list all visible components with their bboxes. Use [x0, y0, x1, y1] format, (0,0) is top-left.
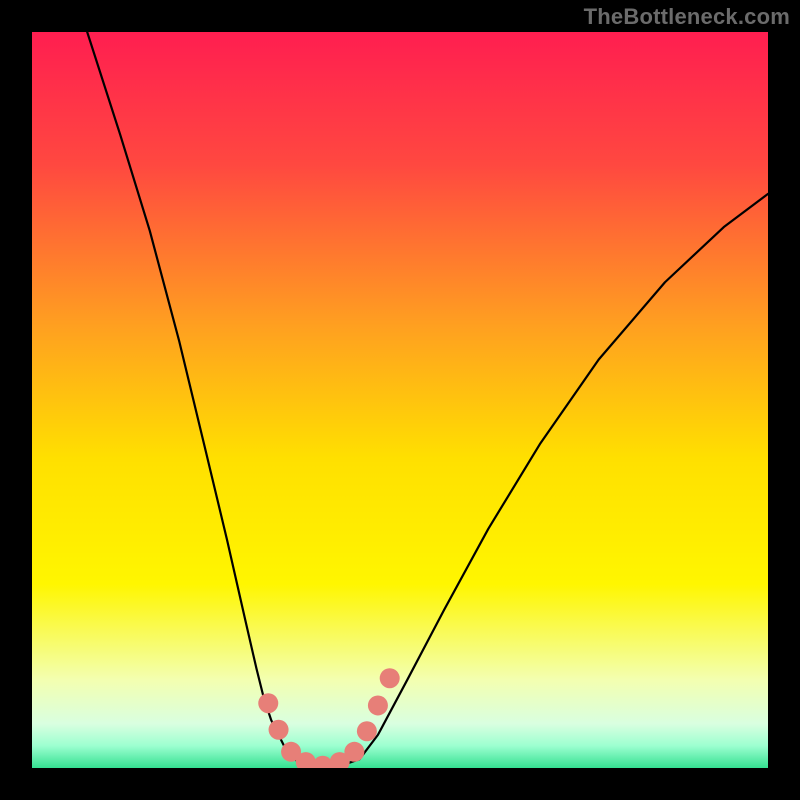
- watermark-text: TheBottleneck.com: [584, 4, 790, 30]
- chart-stage: TheBottleneck.com: [0, 0, 800, 800]
- background-gradient: [32, 32, 768, 768]
- plot-area: [32, 32, 768, 768]
